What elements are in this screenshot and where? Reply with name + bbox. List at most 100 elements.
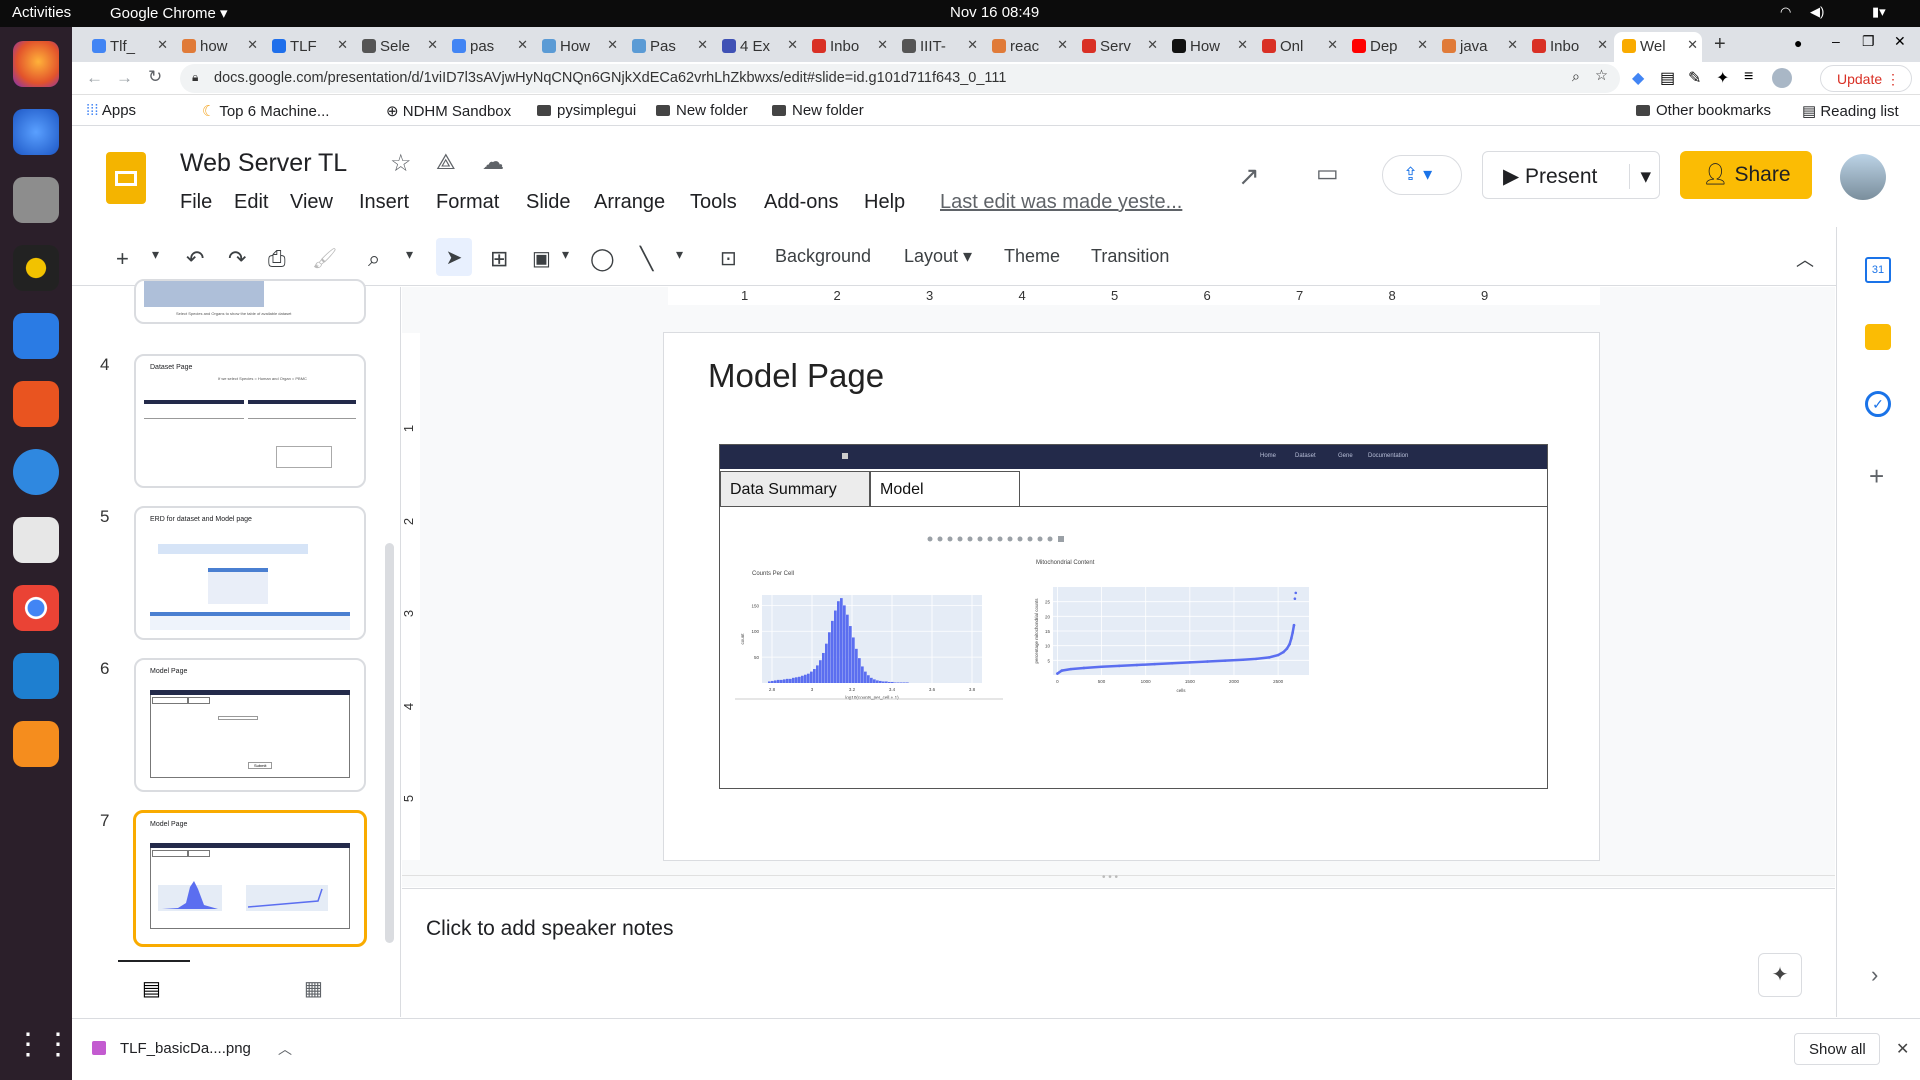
- text-box-icon[interactable]: ⊞: [490, 246, 508, 272]
- browser-tab[interactable]: Inbo ✕: [1524, 32, 1612, 62]
- software-icon[interactable]: [13, 381, 59, 427]
- slides-logo-icon[interactable]: [106, 152, 146, 204]
- account-avatar[interactable]: [1840, 154, 1886, 200]
- bookmark-item[interactable]: ☾ Top 6 Machine...: [202, 102, 329, 120]
- close-tab-icon[interactable]: ✕: [1687, 37, 1698, 53]
- menu-addons[interactable]: Add-ons: [764, 191, 839, 214]
- menu-insert[interactable]: Insert: [359, 191, 409, 214]
- browser-tab[interactable]: Onl ✕: [1254, 32, 1342, 62]
- browser-tab[interactable]: reac ✕: [984, 32, 1072, 62]
- close-tab-icon[interactable]: ✕: [1327, 37, 1338, 53]
- vertical-ruler[interactable]: 1 2 3 4 5: [401, 333, 420, 860]
- close-tab-icon[interactable]: ✕: [877, 37, 888, 53]
- theme-button[interactable]: Theme: [1004, 246, 1060, 267]
- reading-list[interactable]: ▤ Reading list: [1802, 102, 1899, 120]
- filmstrip-scrollbar[interactable]: [385, 543, 394, 943]
- bookmark-star-icon[interactable]: ☆: [1595, 68, 1608, 84]
- menu-view[interactable]: View: [290, 191, 333, 214]
- calendar-icon[interactable]: 31: [1865, 257, 1891, 283]
- share-button[interactable]: 👤︎ Share: [1680, 151, 1812, 199]
- reload-icon[interactable]: ↻: [148, 67, 162, 87]
- transition-button[interactable]: Transition: [1091, 246, 1169, 267]
- show-side-panel-icon[interactable]: ›: [1871, 962, 1878, 988]
- close-tab-icon[interactable]: ✕: [787, 37, 798, 53]
- new-slide-dropdown-icon[interactable]: ▾: [152, 246, 159, 263]
- tab-search-icon[interactable]: ●: [1794, 35, 1802, 51]
- volume-icon[interactable]: ◀): [1810, 4, 1824, 20]
- maximize-icon[interactable]: ❐: [1862, 33, 1875, 50]
- show-all-button[interactable]: Show all: [1794, 1033, 1880, 1065]
- show-apps-icon[interactable]: ⋮⋮: [13, 1022, 73, 1068]
- update-button[interactable]: Update ⋮: [1820, 65, 1912, 92]
- rhythmbox-icon[interactable]: [13, 245, 59, 291]
- image-dropdown-icon[interactable]: ▾: [562, 246, 569, 263]
- browser-tab[interactable]: TLF ✕: [264, 32, 352, 62]
- vscode-icon[interactable]: [13, 653, 59, 699]
- close-tab-icon[interactable]: ✕: [1147, 37, 1158, 53]
- browser-tab[interactable]: Serv ✕: [1074, 32, 1162, 62]
- close-tab-icon[interactable]: ✕: [967, 37, 978, 53]
- impress-icon[interactable]: [13, 313, 59, 359]
- menu-format[interactable]: Format: [436, 191, 499, 214]
- get-addons-icon[interactable]: +: [1869, 461, 1884, 492]
- line-icon[interactable]: ╲: [640, 246, 653, 272]
- select-cursor-icon[interactable]: ➤: [436, 238, 472, 276]
- close-tab-icon[interactable]: ✕: [157, 37, 168, 53]
- collapse-toolbar-icon[interactable]: ︿: [1796, 246, 1814, 272]
- embedded-screenshot[interactable]: Home Dataset Gene Documentation Data Sum…: [719, 444, 1548, 789]
- browser-tab[interactable]: Dep ✕: [1344, 32, 1432, 62]
- other-bookmarks[interactable]: Other bookmarks: [1636, 102, 1771, 119]
- image-icon[interactable]: ▣: [532, 246, 551, 271]
- present-dropdown-icon[interactable]: ▾: [1629, 164, 1651, 189]
- bookmark-folder[interactable]: New folder: [772, 102, 864, 119]
- extensions-puzzle-icon[interactable]: ✦: [1716, 68, 1729, 88]
- browser-tab[interactable]: java ✕: [1434, 32, 1522, 62]
- menu-edit[interactable]: Edit: [234, 191, 268, 214]
- bookmark-folder[interactable]: New folder: [656, 102, 748, 119]
- present-button[interactable]: ▶ Present ▾: [1482, 151, 1660, 199]
- keep-icon[interactable]: [1865, 324, 1891, 350]
- download-filename[interactable]: TLF_basicDa....png: [120, 1040, 251, 1057]
- close-tab-icon[interactable]: ✕: [337, 37, 348, 53]
- menu-file[interactable]: File: [180, 191, 212, 214]
- close-tab-icon[interactable]: ✕: [247, 37, 258, 53]
- close-tab-icon[interactable]: ✕: [697, 37, 708, 53]
- profile-avatar[interactable]: [1772, 68, 1792, 88]
- minimize-icon[interactable]: –: [1832, 33, 1840, 49]
- comments-icon[interactable]: ▭: [1316, 159, 1339, 188]
- last-edit-link[interactable]: Last edit was made yeste...: [940, 191, 1182, 214]
- activities-button[interactable]: Activities: [12, 4, 71, 21]
- zoom-icon[interactable]: ⌕: [368, 246, 380, 272]
- sublime-icon[interactable]: [13, 721, 59, 767]
- close-tab-icon[interactable]: ✕: [1237, 37, 1248, 53]
- move-icon[interactable]: ⟁: [436, 149, 456, 175]
- shape-icon[interactable]: ◯: [590, 246, 615, 272]
- browser-tab[interactable]: How ✕: [1164, 32, 1252, 62]
- meet-button[interactable]: ⇪ ▾: [1382, 155, 1462, 195]
- battery-icon[interactable]: ▮▾: [1872, 4, 1886, 20]
- url-input[interactable]: 🔒︎ docs.google.com/presentation/d/1viID7…: [180, 64, 1620, 93]
- extension-icon[interactable]: ◆: [1632, 68, 1644, 88]
- menu-slide[interactable]: Slide: [526, 191, 570, 214]
- document-viewer-icon[interactable]: [13, 517, 59, 563]
- files-icon[interactable]: [13, 177, 59, 223]
- tasks-icon[interactable]: ✓: [1865, 391, 1891, 417]
- grid-view-icon[interactable]: ▦: [304, 976, 323, 1001]
- browser-tab[interactable]: Inbo ✕: [804, 32, 892, 62]
- slide-thumbnail[interactable]: ERD for dataset and Model page: [134, 506, 366, 640]
- slide-thumbnail[interactable]: Dataset Page If we select Species = Huma…: [134, 354, 366, 488]
- chrome-icon[interactable]: [13, 585, 59, 631]
- close-window-icon[interactable]: ✕: [1894, 33, 1906, 50]
- bookmark-item[interactable]: ⊕ NDHM Sandbox: [386, 102, 511, 120]
- background-button[interactable]: Background: [775, 246, 871, 267]
- document-title[interactable]: Web Server TL: [180, 149, 347, 178]
- menu-tools[interactable]: Tools: [690, 191, 737, 214]
- back-icon[interactable]: ←: [86, 68, 103, 88]
- help-icon[interactable]: [13, 449, 59, 495]
- close-tab-icon[interactable]: ✕: [1057, 37, 1068, 53]
- browser-tab[interactable]: 4 Ex ✕: [714, 32, 802, 62]
- menu-help[interactable]: Help: [864, 191, 905, 214]
- slide[interactable]: Model Page Home Dataset Gene Documentati…: [664, 333, 1599, 860]
- wifi-icon[interactable]: ◠: [1780, 4, 1791, 20]
- slide-thumbnail[interactable]: Model Page Submit: [134, 658, 366, 792]
